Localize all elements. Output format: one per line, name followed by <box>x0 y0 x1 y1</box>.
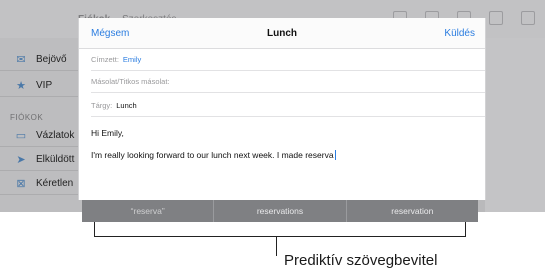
sent-icon: ➤ <box>16 153 26 166</box>
sidebar-item-sent[interactable]: ➤ Elküldött <box>0 148 86 171</box>
accounts-section-header: FIÓKOK <box>10 113 44 122</box>
sidebar-item-label: Vázlatok <box>36 129 75 141</box>
cc-bcc-label: Másolat/Titkos másolat: <box>91 76 170 86</box>
compose-navbar: Mégsem Lunch Küldés <box>79 18 485 49</box>
sidebar-item-vip[interactable]: ★ VIP <box>0 74 86 97</box>
sidebar-item-drafts[interactable]: ▭ Vázlatok <box>0 124 86 147</box>
message-body-line[interactable]: I'm really looking forward to our lunch … <box>91 150 336 160</box>
sidebar-item-label: Elküldött <box>36 153 75 165</box>
draft-icon: ▭ <box>15 129 27 142</box>
send-button[interactable]: Küldés <box>444 28 475 39</box>
compose-title: Lunch <box>267 28 297 39</box>
text-cursor <box>334 150 336 160</box>
message-body-text: I'm really looking forward to our lunch … <box>91 150 334 160</box>
callout-label: Prediktív szövegbevitel <box>284 252 438 269</box>
reply-icon <box>489 11 503 25</box>
to-label: Címzett: <box>91 54 119 64</box>
mailbox-sidebar: ✉ Bejövő ★ VIP FIÓKOK ▭ Vázlatok ➤ Elkül… <box>0 38 86 212</box>
sidebar-item-label: VIP <box>36 79 53 91</box>
inbox-icon: ✉ <box>16 53 26 66</box>
message-greeting[interactable]: Hi Emily, <box>91 128 124 138</box>
cc-bcc-field[interactable]: Másolat/Titkos másolat: <box>91 70 485 93</box>
sidebar-item-inbox[interactable]: ✉ Bejövő <box>0 48 86 71</box>
prediction-suggestion[interactable]: reservations <box>214 200 347 222</box>
subject-value[interactable]: Lunch <box>116 101 136 110</box>
prediction-suggestion[interactable]: reservation <box>347 200 478 222</box>
subject-field[interactable]: Tárgy: Lunch <box>91 94 485 117</box>
sidebar-item-label: Bejövő <box>36 53 67 65</box>
callout-bracket <box>94 222 466 237</box>
junk-icon: ⊠ <box>16 177 26 190</box>
callout-stem <box>276 236 277 256</box>
to-field[interactable]: Címzett: Emily <box>91 48 485 71</box>
compose-sheet: Mégsem Lunch Küldés Címzett: Emily Másol… <box>78 18 486 200</box>
predictive-text-bar: “reserva” reservations reservation <box>82 200 478 222</box>
sidebar-item-label: Kéretlen <box>36 177 74 189</box>
sidebar-item-junk[interactable]: ⊠ Kéretlen <box>0 172 86 195</box>
star-icon: ★ <box>16 79 26 92</box>
subject-label: Tárgy: <box>91 100 113 110</box>
prediction-suggestion-typed[interactable]: “reserva” <box>82 200 215 222</box>
compose-icon <box>521 11 535 25</box>
to-recipient[interactable]: Emily <box>123 55 141 64</box>
background-message-pane <box>485 38 545 212</box>
